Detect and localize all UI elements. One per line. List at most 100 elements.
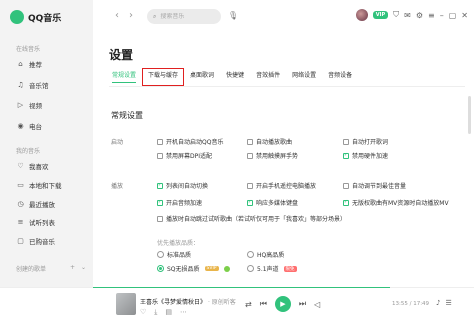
collapse-playlists-icon[interactable]: ⌄ (81, 264, 86, 273)
checkbox[interactable]: ✓ (343, 199, 349, 206)
download-icon[interactable]: ⤓ (154, 308, 157, 317)
checkbox-label: 禁用硬件加速 (352, 153, 389, 160)
sidebar-item-label: 视频 (29, 102, 42, 110)
sidebar-item-list[interactable]: ≡ 试听列表 (16, 216, 55, 228)
list-icon: ≡ (17, 218, 24, 226)
tab-0[interactable]: 常规设置 (109, 71, 139, 83)
voice-search-icon[interactable]: 🎙 (228, 11, 238, 20)
more-icon[interactable]: ⋯ (180, 308, 187, 317)
setting-option[interactable]: ✓ 响应多媒体键盘 (247, 198, 298, 207)
checkbox[interactable] (343, 182, 349, 189)
album-cover[interactable] (116, 293, 136, 315)
sidebar: QQ音乐 在线音乐 ⌂ 推荐 ♫ 音乐馆 ▷ 视频 ◉ 电台 我的音乐 ♡ 我喜欢 ▭ 本地和下载 ◷… (0, 0, 93, 287)
tab-1[interactable]: 下载与缓存 (142, 68, 185, 86)
volume-icon[interactable]: ◁ (314, 300, 320, 309)
forward-button[interactable]: › (129, 10, 133, 21)
lyrics-icon[interactable]: ♪ (436, 299, 440, 307)
quality-option[interactable]: SQ无损品质 SVIP (157, 264, 230, 273)
sidebar-item-heart[interactable]: ♡ 我喜欢 (16, 160, 48, 172)
window-toolbar: VIP ⛉ ✉ ⚙ ≡ – ▢ ✕ (355, 9, 468, 21)
settings-icon[interactable]: ⚙ (416, 11, 423, 20)
player-bar: 王喜乐《寻梦爱情秋日》 · 原创听客 ♡ ⤓ ▤ ⋯ ⇄ ⏮ ▶ ⏭ ◁ 13:… (0, 287, 474, 320)
playlist-icon[interactable]: ☰ (445, 299, 451, 307)
vip-badge[interactable]: VIP (372, 11, 389, 19)
shirt-icon[interactable]: ⛉ (393, 10, 399, 20)
setting-option[interactable]: 开启手机遥控电脑播放 (247, 181, 316, 190)
search-box[interactable]: ⌕ (147, 9, 221, 24)
checkbox[interactable]: ✓ (157, 199, 163, 206)
tab-5[interactable]: 网络设置 (289, 71, 319, 83)
radio-button[interactable] (157, 265, 164, 272)
now-playing[interactable]: 王喜乐《寻梦爱情秋日》 · 原创听客 (140, 297, 236, 306)
close-icon[interactable]: ✕ (461, 11, 468, 20)
checkbox[interactable]: ✓ (343, 152, 349, 159)
tab-2[interactable]: 桌面歌词 (187, 71, 217, 83)
checkbox[interactable] (247, 152, 253, 159)
comment-icon[interactable]: ▤ (165, 308, 172, 317)
setting-option[interactable]: 开机自动启动QQ音乐 (157, 137, 223, 146)
sidebar-item-video[interactable]: ▷ 视频 (16, 99, 42, 111)
video-icon: ▷ (17, 101, 24, 109)
free-trial-tag: 限免 (283, 265, 297, 272)
setting-option[interactable]: 禁用触摸屏手势 (247, 151, 298, 160)
radio-icon: ◉ (17, 122, 24, 130)
tab-4[interactable]: 音效插件 (253, 71, 283, 83)
setting-option[interactable]: 自动调节到最佳音量 (343, 181, 406, 190)
sidebar-item-download[interactable]: ▭ 本地和下载 (16, 179, 61, 191)
checkbox[interactable] (247, 182, 253, 189)
created-playlists-row: 创建的歌单 + ⌄ (16, 264, 86, 273)
radio-button[interactable] (157, 251, 164, 258)
sidebar-item-music-note[interactable]: ♫ 音乐馆 (16, 79, 48, 91)
setting-option[interactable]: ✓ 开启音频加速 (157, 198, 202, 207)
progress-bar[interactable] (93, 287, 474, 288)
checkbox[interactable] (157, 138, 163, 145)
checkbox[interactable]: ✓ (157, 182, 163, 189)
menu-icon[interactable]: ≡ (428, 11, 435, 20)
sidebar-item-bag[interactable]: ▢ 已购音乐 (16, 235, 55, 247)
setting-option[interactable]: 自动播放歌曲 (247, 137, 292, 146)
quality-label: HQ高品质 (257, 252, 285, 259)
checkbox[interactable] (157, 215, 163, 222)
setting-option[interactable]: 禁用屏幕DPI适配 (157, 151, 212, 160)
setting-option[interactable]: ✓ 无版权歌曲有MV资源时自动播放MV (343, 198, 449, 207)
mail-icon[interactable]: ✉ (404, 11, 411, 20)
checkbox[interactable]: ✓ (247, 199, 253, 206)
qq-music-logo-icon (10, 10, 24, 24)
like-icon[interactable]: ♡ (140, 308, 146, 317)
song-artist: · 原创听客 (207, 299, 236, 306)
app-logo[interactable]: QQ音乐 (10, 10, 61, 24)
checkbox[interactable] (247, 138, 253, 145)
radio-button[interactable] (247, 251, 254, 258)
sidebar-item-clock[interactable]: ◷ 最近播放 (16, 198, 55, 210)
setting-option[interactable]: ✓ 列表间自动切换 (157, 181, 208, 190)
startup-label: 启动 (111, 139, 124, 146)
minimize-icon[interactable]: – (440, 11, 444, 20)
setting-option[interactable]: 自动打开歌词 (343, 137, 388, 146)
quality-option[interactable]: HQ高品质 (247, 250, 284, 259)
sidebar-item-radio[interactable]: ◉ 电台 (16, 120, 42, 132)
sidebar-item-home[interactable]: ⌂ 推荐 (16, 58, 42, 70)
maximize-icon[interactable]: ▢ (449, 11, 457, 20)
quality-option[interactable]: 5.1声道 限免 (247, 264, 297, 273)
setting-option[interactable]: ✓ 禁用硬件加速 (343, 151, 388, 160)
back-button[interactable]: ‹ (115, 10, 119, 21)
next-icon[interactable]: ⏭ (299, 299, 306, 309)
checkbox-label: 禁用触摸屏手势 (256, 153, 299, 160)
play-button[interactable]: ▶ (274, 296, 291, 312)
checkbox[interactable] (157, 152, 163, 159)
quality-option[interactable]: 标准品质 (157, 250, 191, 259)
add-playlist-icon[interactable]: + (70, 264, 75, 273)
search-input[interactable] (160, 13, 216, 20)
scrollbar[interactable] (468, 96, 471, 134)
play-mode-icon[interactable]: ⇄ (245, 300, 252, 309)
radio-button[interactable] (247, 265, 254, 272)
search-icon: ⌕ (153, 12, 157, 20)
previous-icon[interactable]: ⏮ (260, 299, 267, 309)
tab-6[interactable]: 音频设备 (325, 71, 355, 83)
checkbox[interactable] (343, 138, 349, 145)
song-title: 王喜乐《寻梦爱情秋日》 (140, 299, 207, 306)
checkbox-label: 列表间自动切换 (166, 183, 209, 190)
user-avatar[interactable] (355, 9, 368, 21)
setting-option[interactable]: 播放时自动跳过试听歌曲（若试听仅可用于「我喜欢」等部分场景） (157, 214, 346, 223)
tab-3[interactable]: 快捷键 (223, 71, 247, 83)
